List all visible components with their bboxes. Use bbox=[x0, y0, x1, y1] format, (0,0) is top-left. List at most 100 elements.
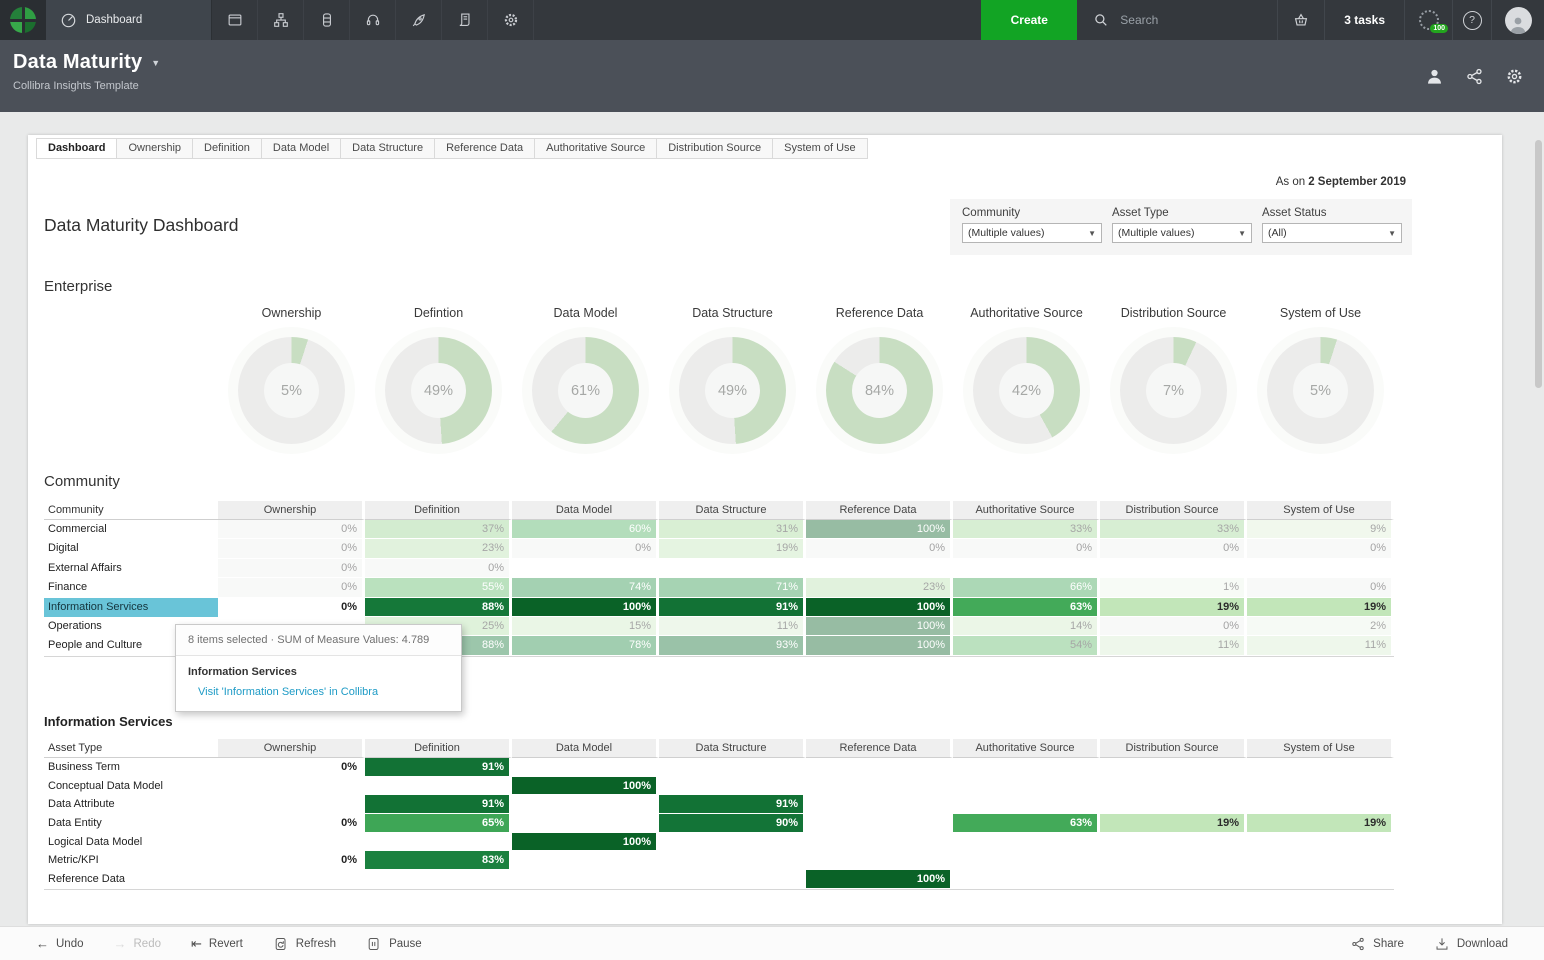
vertical-scrollbar[interactable] bbox=[1535, 140, 1542, 388]
value-cell[interactable]: 11% bbox=[1247, 636, 1394, 656]
value-cell[interactable] bbox=[1100, 558, 1247, 579]
row-label[interactable]: Logical Data Model bbox=[44, 833, 218, 852]
value-cell[interactable] bbox=[365, 832, 512, 852]
share-icon[interactable] bbox=[1465, 67, 1484, 86]
value-cell[interactable]: 91% bbox=[365, 795, 512, 815]
tasks-button[interactable]: 3 tasks bbox=[1324, 0, 1404, 40]
value-cell[interactable] bbox=[218, 795, 365, 815]
value-cell[interactable]: 91% bbox=[659, 597, 806, 617]
value-cell[interactable]: 100% bbox=[512, 832, 659, 852]
value-cell[interactable]: 33% bbox=[1100, 520, 1247, 540]
donut-chart[interactable]: 7% bbox=[1120, 337, 1227, 444]
row-label[interactable]: External Affairs bbox=[44, 559, 218, 578]
value-cell[interactable]: 100% bbox=[806, 636, 953, 656]
tab-system-of-use[interactable]: System of Use bbox=[772, 138, 868, 159]
value-cell[interactable]: 0% bbox=[1247, 578, 1394, 598]
value-cell[interactable]: 100% bbox=[806, 520, 953, 540]
navbtn-rocket[interactable] bbox=[396, 0, 442, 40]
filter-select[interactable]: (Multiple values) ▼ bbox=[962, 223, 1102, 243]
row-label[interactable]: Metric/KPI bbox=[44, 851, 218, 870]
filter-select[interactable]: (All) ▼ bbox=[1262, 223, 1402, 243]
value-cell[interactable] bbox=[1100, 795, 1247, 815]
value-cell[interactable] bbox=[953, 558, 1100, 579]
revert-button[interactable]: ⇤ Revert bbox=[191, 937, 243, 950]
tab-definition[interactable]: Definition bbox=[192, 138, 262, 159]
value-cell[interactable]: 54% bbox=[953, 636, 1100, 656]
value-cell[interactable]: 19% bbox=[1247, 814, 1394, 833]
value-cell[interactable] bbox=[218, 776, 365, 796]
value-cell[interactable] bbox=[953, 758, 1100, 777]
value-cell[interactable]: 19% bbox=[1247, 597, 1394, 617]
progress-button[interactable]: 100 bbox=[1404, 0, 1452, 40]
refresh-button[interactable]: Refresh bbox=[273, 936, 336, 952]
value-cell[interactable]: 0% bbox=[218, 851, 365, 871]
value-cell[interactable] bbox=[512, 795, 659, 815]
value-cell[interactable] bbox=[953, 832, 1100, 852]
value-cell[interactable]: 19% bbox=[659, 539, 806, 559]
value-cell[interactable]: 14% bbox=[953, 616, 1100, 637]
value-cell[interactable]: 0% bbox=[218, 578, 365, 598]
donut-chart[interactable]: 49% bbox=[385, 337, 492, 444]
value-cell[interactable]: 0% bbox=[218, 597, 365, 617]
value-cell[interactable] bbox=[218, 832, 365, 852]
value-cell[interactable] bbox=[1247, 870, 1394, 889]
row-label[interactable]: Digital bbox=[44, 539, 218, 558]
donut-chart[interactable]: 61% bbox=[532, 337, 639, 444]
value-cell[interactable]: 33% bbox=[953, 520, 1100, 540]
row-label[interactable]: Finance bbox=[44, 578, 218, 597]
row-label[interactable]: Business Term bbox=[44, 758, 218, 777]
value-cell[interactable]: 0% bbox=[953, 539, 1100, 559]
gear-icon[interactable] bbox=[1505, 67, 1524, 86]
value-cell[interactable] bbox=[659, 832, 806, 852]
value-cell[interactable] bbox=[1247, 851, 1394, 871]
search-input[interactable]: Search bbox=[1077, 0, 1277, 40]
value-cell[interactable]: 23% bbox=[806, 578, 953, 598]
navbtn-database[interactable] bbox=[304, 0, 350, 40]
row-label[interactable]: Conceptual Data Model bbox=[44, 777, 218, 796]
value-cell[interactable] bbox=[806, 776, 953, 796]
filter-select[interactable]: (Multiple values) ▼ bbox=[1112, 223, 1252, 243]
value-cell[interactable]: 0% bbox=[218, 814, 365, 833]
basket-button[interactable] bbox=[1277, 0, 1324, 40]
tab-ownership[interactable]: Ownership bbox=[116, 138, 194, 159]
value-cell[interactable]: 74% bbox=[512, 578, 659, 598]
value-cell[interactable]: 65% bbox=[365, 814, 512, 833]
row-label[interactable]: Data Entity bbox=[44, 814, 218, 833]
undo-button[interactable]: ← Undo bbox=[36, 937, 84, 950]
pause-button[interactable]: Pause bbox=[366, 936, 422, 952]
help-button[interactable]: ? bbox=[1452, 0, 1491, 40]
value-cell[interactable]: 11% bbox=[1100, 636, 1247, 656]
value-cell[interactable] bbox=[659, 776, 806, 796]
value-cell[interactable]: 66% bbox=[953, 578, 1100, 598]
download-button[interactable]: Download bbox=[1434, 936, 1508, 952]
value-cell[interactable] bbox=[1100, 776, 1247, 796]
value-cell[interactable] bbox=[1100, 832, 1247, 852]
collibra-logo-tile[interactable] bbox=[0, 0, 46, 40]
navbtn-windows[interactable] bbox=[212, 0, 258, 40]
value-cell[interactable] bbox=[1247, 758, 1394, 777]
value-cell[interactable]: 2% bbox=[1247, 616, 1394, 637]
value-cell[interactable] bbox=[659, 870, 806, 889]
value-cell[interactable] bbox=[953, 795, 1100, 815]
value-cell[interactable]: 100% bbox=[806, 616, 953, 637]
value-cell[interactable]: 0% bbox=[1100, 539, 1247, 559]
donut-chart[interactable]: 42% bbox=[973, 337, 1080, 444]
value-cell[interactable]: 19% bbox=[1100, 814, 1247, 833]
value-cell[interactable]: 31% bbox=[659, 520, 806, 540]
value-cell[interactable]: 0% bbox=[1247, 539, 1394, 559]
user-menu-button[interactable] bbox=[1491, 0, 1544, 40]
value-cell[interactable]: 71% bbox=[659, 578, 806, 598]
create-button[interactable]: Create bbox=[981, 0, 1078, 40]
value-cell[interactable]: 19% bbox=[1100, 597, 1247, 617]
value-cell[interactable]: 78% bbox=[512, 636, 659, 656]
value-cell[interactable] bbox=[1247, 776, 1394, 796]
value-cell[interactable] bbox=[806, 558, 953, 579]
value-cell[interactable] bbox=[512, 870, 659, 889]
navbtn-settings[interactable] bbox=[488, 0, 534, 40]
value-cell[interactable] bbox=[512, 814, 659, 833]
value-cell[interactable]: 83% bbox=[365, 851, 512, 871]
value-cell[interactable] bbox=[1100, 758, 1247, 777]
value-cell[interactable] bbox=[218, 870, 365, 889]
value-cell[interactable]: 0% bbox=[218, 539, 365, 559]
person-icon[interactable] bbox=[1425, 67, 1444, 86]
